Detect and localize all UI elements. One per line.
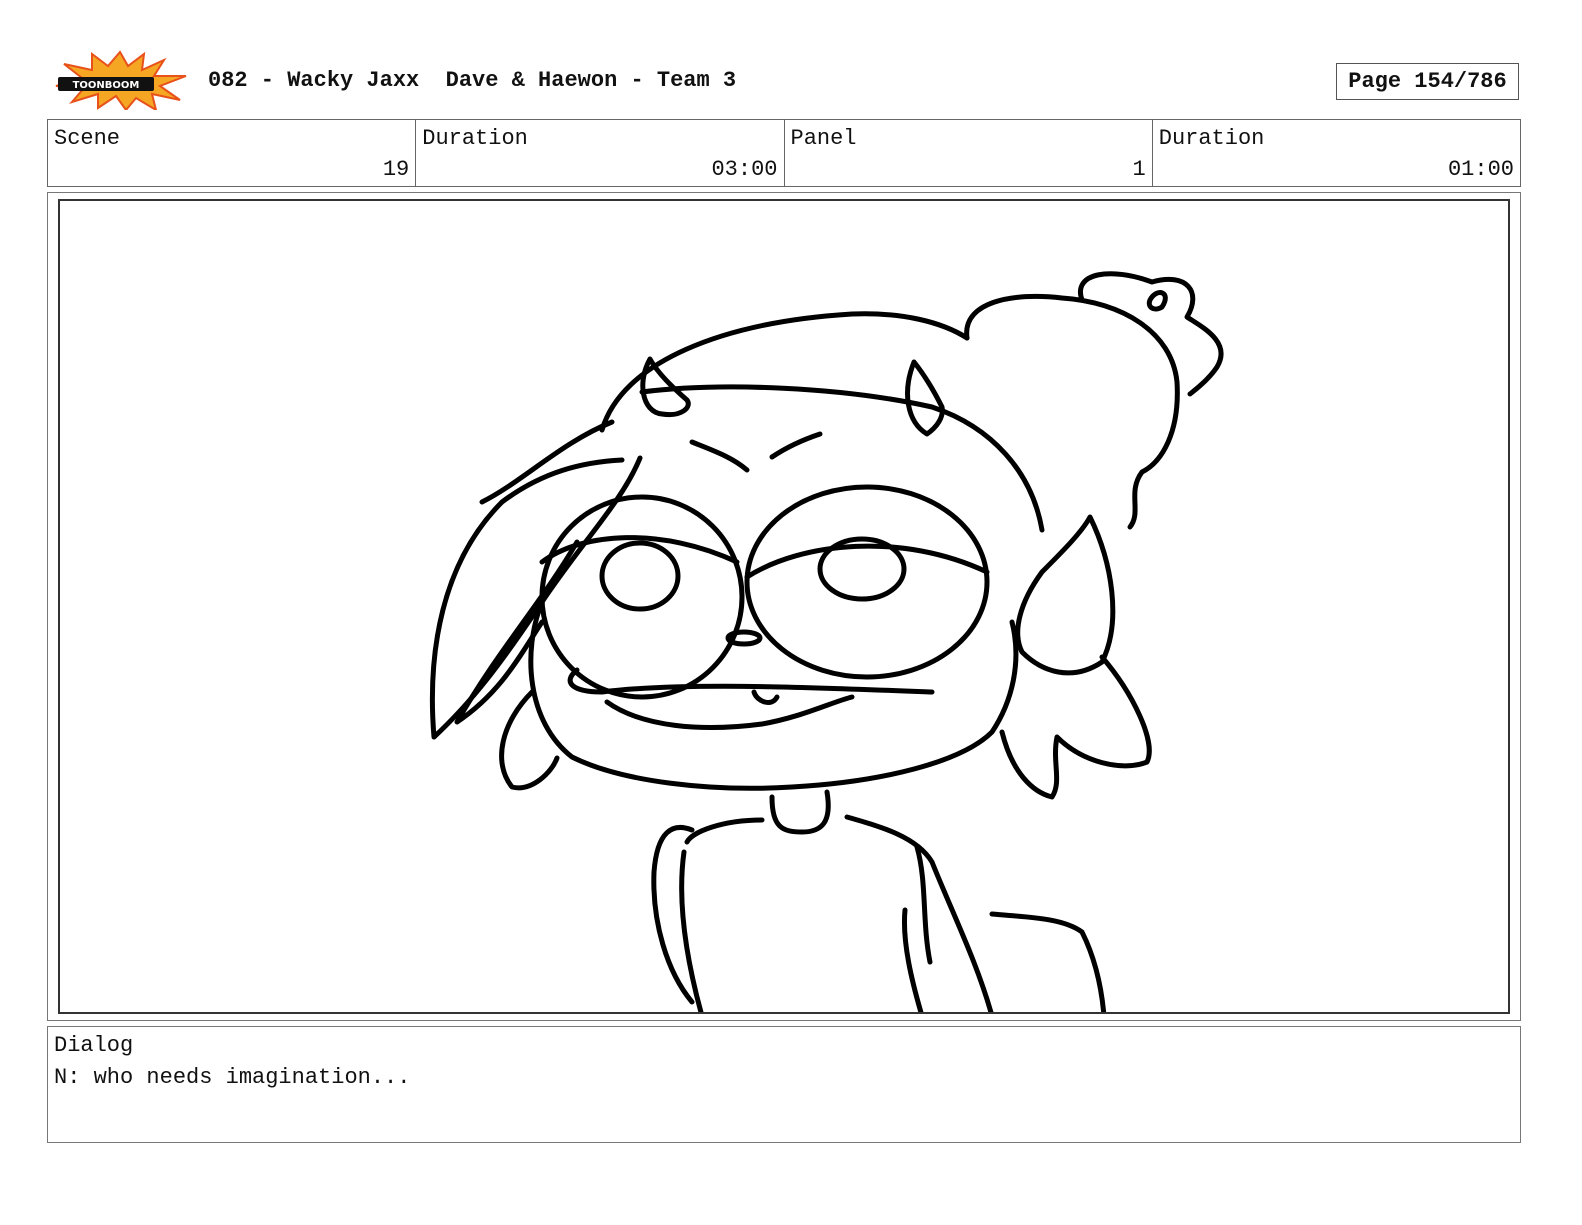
- left-eye: [599, 540, 681, 612]
- body-far-right: [989, 911, 1107, 1012]
- page-number: Page 154/786: [1336, 63, 1519, 100]
- body-right-inner: [901, 907, 924, 1012]
- panel-drawing-area: [58, 199, 1510, 1014]
- scene-label: Scene: [54, 126, 121, 151]
- character-sketch: [429, 271, 1224, 1012]
- body-shoulder: [684, 817, 765, 845]
- panel-cell: Panel 1: [785, 120, 1153, 186]
- hair-left-inner: [454, 539, 580, 725]
- dialog-box: Dialog N: who needs imagination...: [47, 1026, 1521, 1143]
- hair-bun: [964, 293, 1180, 530]
- left-lens: [539, 494, 745, 700]
- panel-duration-cell: Duration 01:00: [1153, 120, 1520, 186]
- right-lens: [744, 484, 990, 680]
- right-ear: [1015, 514, 1116, 676]
- glasses-rim-top-right: [744, 543, 990, 580]
- body-right: [844, 814, 994, 1012]
- dialog-label: Dialog: [54, 1033, 134, 1058]
- panel-duration-value: 01:00: [1447, 157, 1514, 182]
- scene-cell: Scene 19: [48, 120, 417, 186]
- scene-duration-cell: Duration 03:00: [416, 120, 785, 186]
- panel-value: 1: [1132, 157, 1146, 182]
- scene-duration-label: Duration: [422, 126, 528, 151]
- panel-duration-label: Duration: [1158, 126, 1265, 151]
- face-left-cheek: [499, 689, 560, 791]
- scene-value: 19: [382, 157, 410, 182]
- neck: [769, 789, 831, 835]
- face-jaw: [528, 599, 1019, 791]
- hair-bow-knot: [1146, 290, 1168, 312]
- panel-label: Panel: [790, 126, 857, 151]
- scene-duration-value: 03:00: [711, 157, 778, 182]
- hair-right-lower: [999, 654, 1152, 800]
- body-right-arm: [914, 844, 933, 965]
- scene-info-bar: Scene 19 Duration 03:00 Panel 1 Duration…: [47, 119, 1521, 187]
- right-horn: [905, 359, 945, 437]
- head-outline: [639, 384, 1045, 533]
- tooth: [751, 689, 780, 705]
- left-eyebrow: [689, 439, 750, 473]
- right-eyebrow: [769, 431, 823, 460]
- toonboom-logo: TOONBOOM: [52, 50, 188, 110]
- mouth-upper: [567, 667, 935, 695]
- mouth-lower: [604, 694, 855, 730]
- logo-text: TOONBOOM: [73, 80, 140, 91]
- storyboard-title: 082 - Wacky Jaxx Dave & Haewon - Team 3: [208, 68, 737, 93]
- dialog-text: N: who needs imagination...: [54, 1065, 411, 1090]
